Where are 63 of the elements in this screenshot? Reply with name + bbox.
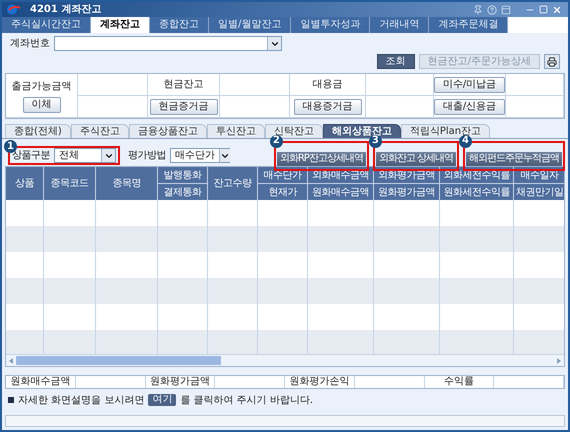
column-header: 종목명: [111, 177, 142, 191]
account-dropdown[interactable]: [54, 36, 282, 51]
sub-tab[interactable]: 주식잔고: [70, 124, 129, 138]
printer-icon: [547, 56, 557, 66]
column-header: 채권만기일: [514, 186, 564, 200]
summary-button[interactable]: 이체: [22, 96, 60, 112]
detail-button[interactable]: 외화잔고 상세내역: [376, 152, 456, 166]
column-header: 원화평가금액: [377, 186, 436, 200]
total-label: 원화평가금액: [150, 377, 210, 387]
detail-button[interactable]: 외화RP잔고상세내역: [276, 152, 366, 166]
app-logo-icon: [6, 4, 22, 15]
action-button[interactable]: 조회: [376, 54, 415, 69]
close-icon[interactable]: [552, 4, 562, 14]
scrollbar-track[interactable]: [6, 354, 564, 366]
summary-label: 출금가능금액: [12, 80, 72, 94]
column-header: 발행통화: [158, 167, 207, 184]
column-header: 잔고수량: [212, 177, 253, 191]
column-header: 원화세전수익률: [442, 186, 511, 200]
layout-icon[interactable]: [501, 4, 511, 14]
column-header: 종목코드: [50, 177, 90, 191]
column-header: 매수일자: [514, 167, 564, 184]
total-label: 원화평가손익: [289, 377, 350, 387]
account-label: 계좌번호: [10, 37, 50, 51]
tab[interactable]: 거래내역: [370, 17, 430, 33]
print-button[interactable]: [544, 54, 560, 69]
tab[interactable]: 일별/월말잔고: [209, 17, 292, 33]
summary-button[interactable]: 미수/미납금: [434, 76, 506, 92]
total-label: 수익률: [444, 377, 474, 387]
column-header: 결제통화: [162, 186, 203, 200]
sub-tab[interactable]: 금융상품잔고: [128, 124, 207, 138]
filter-dropdown[interactable]: 전체: [54, 148, 116, 163]
tab[interactable]: 일별투자성과: [291, 17, 370, 33]
filter-label: 평가방법: [128, 149, 166, 163]
help-text: 자세한 화면설명을 보시려면: [18, 394, 144, 408]
total-label: 원화매수금액: [10, 377, 70, 387]
column-header: 외화평가금액: [374, 167, 439, 184]
bullet-icon: [8, 397, 14, 403]
summary-button[interactable]: 대출/신용금: [434, 98, 506, 114]
column-header: 매수단가: [258, 167, 307, 184]
help-link[interactable]: 여기: [148, 394, 176, 406]
help-text: 를 클릭하여 주시기 바랍니다.: [180, 394, 314, 408]
window-title: 4201 계좌잔고: [30, 4, 102, 14]
column-header: 상품: [14, 177, 35, 191]
column-header: 외화매수금액: [308, 167, 373, 184]
maximize-icon[interactable]: [539, 5, 548, 14]
summary-label: 대용금: [312, 78, 342, 92]
detail-button[interactable]: 해외펀드주문누적금액: [466, 152, 562, 166]
sub-tab[interactable]: 종합(전체): [5, 124, 71, 138]
sub-tab[interactable]: 투신잔고: [206, 124, 265, 138]
help-icon[interactable]: [487, 4, 497, 14]
scrollbar-thumb[interactable]: [16, 356, 221, 365]
summary-button[interactable]: 대용증거금: [294, 98, 362, 114]
tab[interactable]: 주식실시간잔고: [2, 17, 91, 33]
column-header: 외화세전수익률: [440, 167, 513, 184]
number-marker: 1: [4, 140, 17, 153]
pin-icon[interactable]: [473, 4, 483, 14]
summary-button[interactable]: 현금증거금: [150, 98, 218, 114]
filter-dropdown[interactable]: 매수단가: [170, 148, 230, 163]
tab[interactable]: 종합잔고: [150, 17, 209, 33]
column-header: 원화매수금액: [311, 186, 370, 200]
summary-label: 현금잔고: [164, 78, 204, 92]
column-header: 현재가: [267, 186, 298, 200]
tab[interactable]: 계좌주문체결: [429, 17, 508, 33]
